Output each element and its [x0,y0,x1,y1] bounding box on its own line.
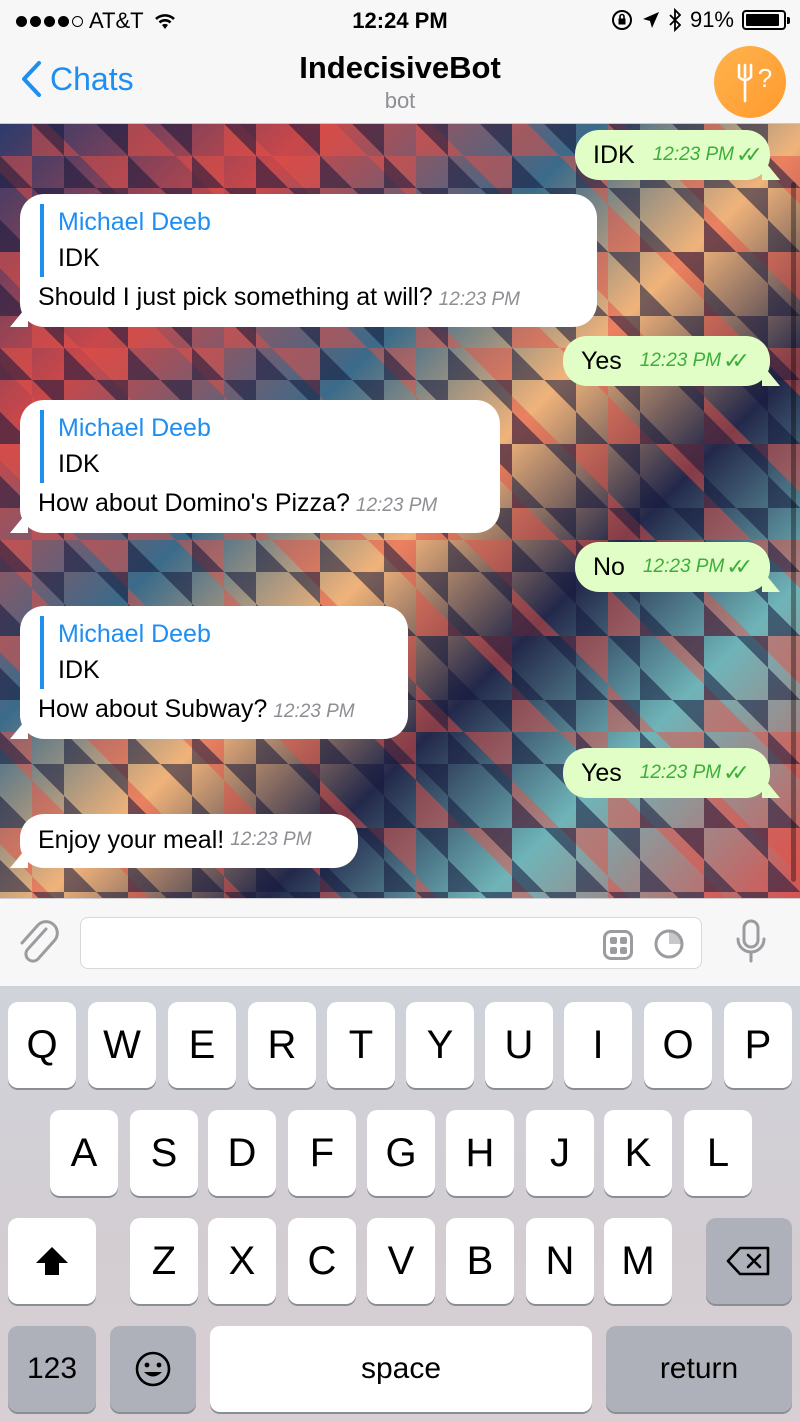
shift-icon [36,1247,68,1275]
message-text: Yes [581,346,622,375]
message-text: No [593,552,625,581]
battery-percent: 91% [689,7,734,32]
scroll-indicator[interactable] [791,182,796,882]
key-k[interactable]: K [604,1110,672,1196]
microphone-button[interactable] [734,917,768,972]
bluetooth-icon [669,8,682,32]
message-time: 12:23 PM [642,556,725,578]
message-text: Yes [581,758,622,787]
key-g[interactable]: G [367,1110,435,1196]
key-s[interactable]: S [130,1110,198,1196]
message-outgoing[interactable]: IDK 12:23 PM ✓✓ [575,130,780,180]
message-incoming[interactable]: Michael Deeb IDK How about Domino's Pizz… [10,400,500,533]
chat-subtitle: bot [384,88,416,113]
keyboard: Q W E R T Y U I O P A S D F G H J K L Z … [0,986,800,1422]
reply-quote[interactable]: Michael Deeb IDK [40,616,388,689]
battery-icon [742,10,790,30]
reply-text: IDK [58,450,100,479]
backspace-key[interactable] [706,1218,792,1304]
message-time: 12:23 PM [438,288,520,310]
key-v[interactable]: V [367,1218,435,1304]
reply-quote[interactable]: Michael Deeb IDK [40,204,577,277]
key-a[interactable]: A [50,1110,118,1196]
message-text: How about Domino's Pizza? [38,488,350,517]
message-outgoing[interactable]: Yes 12:23 PM ✓✓ [563,336,780,386]
key-y[interactable]: Y [406,1002,474,1088]
key-n[interactable]: N [526,1218,594,1304]
sticker-icon[interactable] [603,930,633,960]
fork-icon: ? [737,63,772,103]
reply-author: Michael Deeb [58,208,211,236]
message-time: 12:23 PM [639,350,722,372]
message-time: 12:23 PM [230,829,312,851]
key-w[interactable]: W [88,1002,156,1088]
nav-bar: Chats IndecisiveBot bot ? [0,40,800,124]
key-r[interactable]: R [248,1002,316,1088]
emoji-key[interactable] [110,1326,196,1412]
key-i[interactable]: I [564,1002,632,1088]
microphone-icon [736,919,766,963]
key-t[interactable]: T [327,1002,395,1088]
location-icon [642,12,659,28]
message-time: 12:23 PM [639,762,722,784]
message-incoming[interactable]: Michael Deeb IDK Should I just pick some… [10,194,597,327]
reply-author: Michael Deeb [58,414,211,442]
message-incoming[interactable]: Enjoy your meal! 12:23 PM [10,814,358,868]
avatar-glyph: ? [758,63,772,93]
key-q[interactable]: Q [8,1002,76,1088]
read-ticks-icon: ✓✓ [736,142,763,168]
status-bar: AT&T 12:24 PM 91% [0,0,800,40]
emoji-icon [135,1351,171,1387]
numbers-key[interactable]: 123 [8,1326,96,1412]
reply-text: IDK [58,244,100,273]
key-f[interactable]: F [288,1110,356,1196]
key-u[interactable]: U [485,1002,553,1088]
key-b[interactable]: B [446,1218,514,1304]
read-ticks-icon: ✓✓ [726,554,753,580]
read-ticks-icon: ✓✓ [723,348,750,374]
key-d[interactable]: D [208,1110,276,1196]
message-outgoing[interactable]: No 12:23 PM ✓✓ [575,542,780,592]
read-ticks-icon: ✓✓ [723,760,750,786]
key-l[interactable]: L [684,1110,752,1196]
message-text: IDK [593,140,635,169]
backspace-icon [726,1246,770,1276]
key-c[interactable]: C [288,1218,356,1304]
key-p[interactable]: P [724,1002,792,1088]
message-time: 12:23 PM [652,144,735,166]
message-input[interactable] [80,917,702,969]
key-e[interactable]: E [168,1002,236,1088]
key-h[interactable]: H [446,1110,514,1196]
message-outgoing[interactable]: Yes 12:23 PM ✓✓ [563,748,780,798]
bot-avatar[interactable]: ? [714,46,786,118]
key-z[interactable]: Z [130,1218,198,1304]
composer-bar [0,898,800,986]
key-x[interactable]: X [208,1218,276,1304]
return-key[interactable]: return [606,1326,792,1412]
reply-author: Michael Deeb [58,620,211,648]
message-text: Enjoy your meal! [38,825,225,854]
message-time: 12:23 PM [273,700,355,722]
key-j[interactable]: J [526,1110,594,1196]
attach-button[interactable] [16,917,60,972]
key-o[interactable]: O [644,1002,712,1088]
reply-text: IDK [58,656,100,685]
reply-quote[interactable]: Michael Deeb IDK [40,410,480,483]
message-time: 12:23 PM [355,494,438,516]
battery-fill [746,14,779,26]
paperclip-icon [20,920,59,963]
chat-area[interactable]: IDK 12:23 PM ✓✓ Michael Deeb IDK Should … [0,124,800,898]
orientation-lock-icon [611,10,632,30]
message-text: Should I just pick something at will? [38,282,433,311]
message-incoming[interactable]: Michael Deeb IDK How about Subway? 12:23… [10,606,408,739]
message-text: How about Subway? [38,694,268,723]
chat-title[interactable]: IndecisiveBot [0,50,800,86]
status-right: 91% [610,7,790,33]
shift-key[interactable] [8,1218,96,1304]
clock-icon[interactable] [653,928,685,960]
key-m[interactable]: M [604,1218,672,1304]
message-input-field[interactable] [95,928,595,960]
space-key[interactable]: space [210,1326,592,1412]
